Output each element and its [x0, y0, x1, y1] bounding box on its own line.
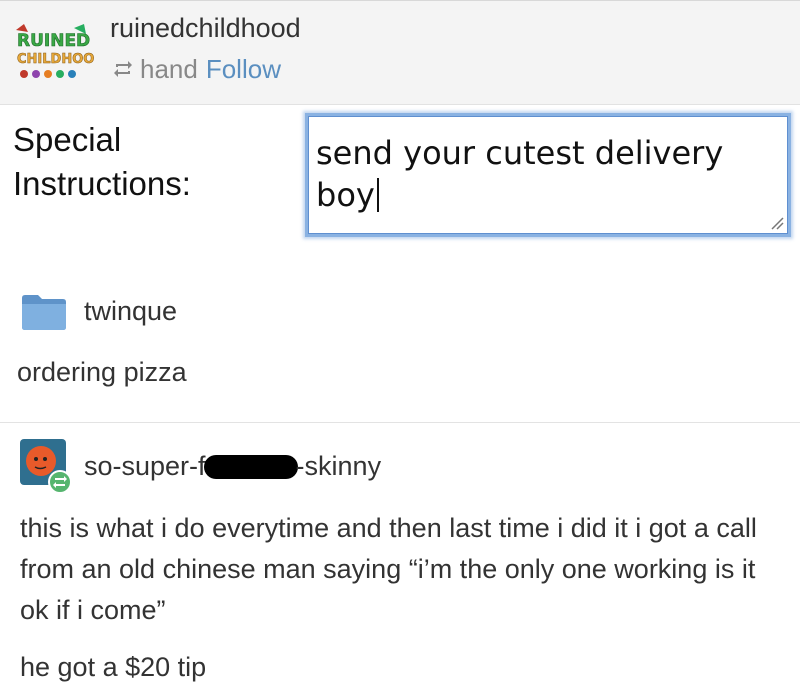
folder-avatar-icon[interactable] — [20, 292, 68, 332]
username-prefix: so-super-f — [84, 451, 206, 481]
blog-name-link[interactable]: ruinedchildhood — [110, 13, 301, 44]
reblog-source-link[interactable]: hand — [140, 54, 198, 85]
post-text: this is what i do everytime and then las… — [20, 513, 757, 625]
follow-button[interactable]: Follow — [206, 54, 281, 85]
text-caret — [376, 178, 379, 212]
svg-text:CHILDHOOD: CHILDHOOD — [17, 52, 94, 67]
post-text: ordering pizza — [17, 357, 187, 387]
blog-avatar[interactable]: RUINED CHILDHOOD — [14, 22, 106, 82]
username-suffix: -skinny — [295, 451, 382, 481]
reblog-icon — [112, 54, 140, 85]
post-divider — [0, 422, 800, 423]
reblog-source: hand Follow — [112, 54, 281, 85]
svg-text:RUINED: RUINED — [17, 31, 90, 51]
redaction-bar — [203, 455, 298, 479]
post-username-redacted[interactable]: so-super-f -skinny — [84, 451, 381, 482]
special-instructions-label: Special Instructions: — [13, 121, 191, 202]
post-username[interactable]: twinque — [84, 296, 177, 327]
user-avatar[interactable] — [20, 439, 72, 494]
special-instructions-input[interactable]: send your cutest delivery boy — [305, 113, 791, 237]
post-text-followup: he got a $20 tip — [20, 652, 207, 682]
post-header: RUINED CHILDHOOD ruinedchildhood hand Fo… — [0, 0, 800, 105]
resize-handle-icon[interactable] — [770, 216, 784, 230]
